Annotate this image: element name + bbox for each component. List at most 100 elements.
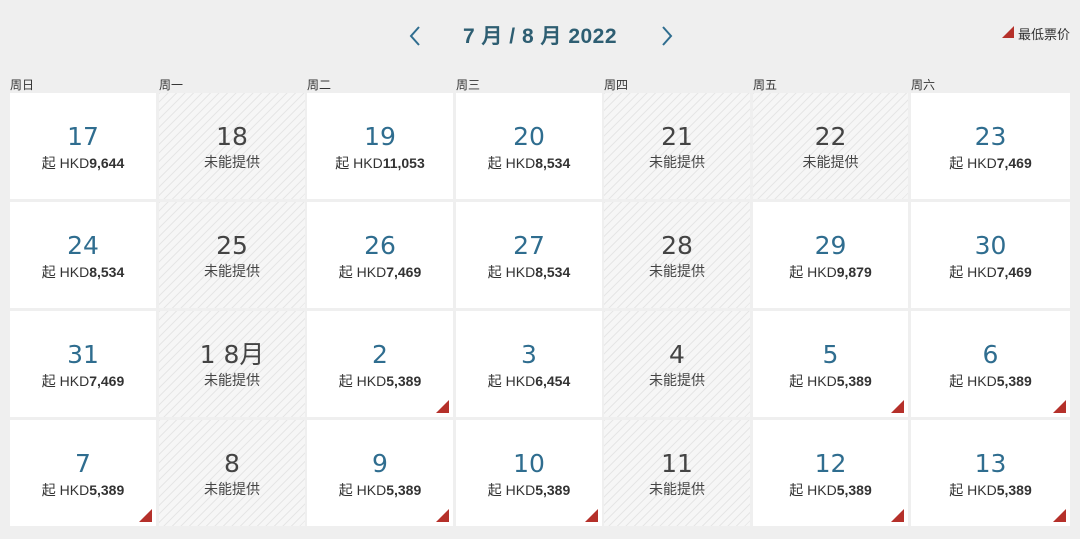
weekday-label: 周一 xyxy=(159,78,184,92)
chevron-right-icon xyxy=(662,26,673,46)
price-prefix: 起 HKD xyxy=(338,372,387,389)
price-prefix: 起 HKD xyxy=(949,263,997,280)
calendar-grid: 17 起 HKD9,644 18 未能提供 19 起 HKD11,053 20 起 HKD8,… xyxy=(10,93,1070,528)
calendar-day-cell[interactable]: 3 起 HKD6,454 xyxy=(456,311,602,417)
fare-price: 起 HKD5,389 xyxy=(42,482,125,498)
calendar-day-cell[interactable]: 7 起 HKD5,389 xyxy=(10,420,156,526)
lowest-fare-flag-icon xyxy=(891,509,904,522)
price-prefix: 起 HKD xyxy=(41,154,90,171)
calendar-day-cell[interactable]: 26 起 HKD7,469 xyxy=(307,202,453,308)
price-prefix: 起 HKD xyxy=(789,263,837,280)
price-prefix: 起 HKD xyxy=(338,481,387,498)
price-amount: 5,389 xyxy=(836,372,872,389)
price-prefix: 起 HKD xyxy=(949,154,997,171)
day-number: 27 xyxy=(513,230,545,260)
calendar-day-cell[interactable]: 23 起 HKD7,469 xyxy=(911,93,1070,199)
chevron-left-icon xyxy=(409,26,420,46)
day-number: 19 xyxy=(364,121,396,151)
calendar-day-cell-unavailable: 11 未能提供 xyxy=(604,420,750,526)
calendar-day-cell[interactable]: 5 起 HKD5,389 xyxy=(753,311,908,417)
day-number: 2 xyxy=(372,339,388,369)
calendar-day-cell-unavailable: 4 未能提供 xyxy=(604,311,750,417)
price-amount: 8,534 xyxy=(89,263,125,280)
price-amount: 5,389 xyxy=(386,372,422,389)
calendar-day-cell[interactable]: 2 起 HKD5,389 xyxy=(307,311,453,417)
day-number: 7 xyxy=(75,448,91,478)
price-prefix: 起 HKD xyxy=(41,263,90,280)
price-amount: 7,469 xyxy=(996,263,1032,280)
unavailable-label: 未能提供 xyxy=(204,372,260,389)
calendar-day-cell[interactable]: 10 起 HKD5,389 xyxy=(456,420,602,526)
fare-price: 起 HKD7,469 xyxy=(949,264,1032,280)
day-number: 8 xyxy=(224,448,240,478)
legend-label: 最低票价 xyxy=(1017,27,1070,43)
weekday-label: 周三 xyxy=(456,78,481,92)
calendar-day-cell-unavailable: 25 未能提供 xyxy=(159,202,305,308)
prev-month-button[interactable] xyxy=(403,22,427,50)
calendar-day-cell[interactable]: 24 起 HKD8,534 xyxy=(10,202,156,308)
price-amount: 6,454 xyxy=(535,372,571,389)
day-number: 26 xyxy=(364,230,396,260)
day-number: 5 xyxy=(822,339,839,369)
fare-price: 起 HKD8,534 xyxy=(42,264,125,280)
next-month-button[interactable] xyxy=(655,22,679,50)
price-amount: 9,879 xyxy=(836,263,872,280)
price-amount: 5,389 xyxy=(89,481,125,498)
calendar-day-cell-unavailable: 28 未能提供 xyxy=(604,202,750,308)
price-prefix: 起 HKD xyxy=(789,481,837,498)
price-amount: 5,389 xyxy=(535,481,571,498)
lowest-fare-flag-icon xyxy=(436,509,449,522)
calendar-day-cell[interactable]: 29 起 HKD9,879 xyxy=(753,202,908,308)
fare-price: 起 HKD5,389 xyxy=(949,482,1032,498)
price-amount: 5,389 xyxy=(386,481,422,498)
day-number: 29 xyxy=(814,230,847,260)
calendar-day-cell[interactable]: 12 起 HKD5,389 xyxy=(753,420,908,526)
day-number: 20 xyxy=(513,121,545,151)
day-number: 12 xyxy=(814,448,847,478)
price-amount: 5,389 xyxy=(996,481,1032,498)
price-amount: 7,469 xyxy=(386,263,422,280)
day-number: 6 xyxy=(982,339,999,369)
day-number: 11 xyxy=(661,448,693,478)
calendar-day-cell[interactable]: 6 起 HKD5,389 xyxy=(911,311,1070,417)
price-amount: 9,644 xyxy=(89,154,125,171)
weekday-label: 周五 xyxy=(753,78,778,92)
weekday-label: 周二 xyxy=(307,78,332,92)
lowest-fare-flag-icon xyxy=(891,400,904,413)
calendar-day-cell[interactable]: 19 起 HKD11,053 xyxy=(307,93,453,199)
price-amount: 11,053 xyxy=(382,154,425,171)
lowest-fare-flag-icon xyxy=(1001,26,1014,38)
day-number: 23 xyxy=(974,121,1007,151)
fare-price: 起 HKD9,644 xyxy=(42,155,125,171)
calendar-day-cell[interactable]: 27 起 HKD8,534 xyxy=(456,202,602,308)
calendar-day-cell[interactable]: 13 起 HKD5,389 xyxy=(911,420,1070,526)
day-number: 31 xyxy=(67,339,99,369)
day-number: 25 xyxy=(216,230,248,260)
calendar-day-cell-unavailable: 1 8月 未能提供 xyxy=(159,311,305,417)
price-amount: 5,389 xyxy=(996,372,1032,389)
fare-price: 起 HKD7,469 xyxy=(42,373,125,389)
calendar-day-cell-unavailable: 21 未能提供 xyxy=(604,93,750,199)
calendar-day-cell[interactable]: 31 起 HKD7,469 xyxy=(10,311,156,417)
lowest-fare-flag-icon xyxy=(139,509,152,522)
fare-price: 起 HKD8,534 xyxy=(488,264,571,280)
lowest-fare-legend: 最低票价 xyxy=(1001,24,1070,43)
day-number: 24 xyxy=(67,230,99,260)
price-prefix: 起 HKD xyxy=(487,481,536,498)
day-number: 9 xyxy=(372,448,388,478)
day-number: 30 xyxy=(974,230,1007,260)
price-prefix: 起 HKD xyxy=(949,481,997,498)
fare-price: 起 HKD5,389 xyxy=(339,482,422,498)
unavailable-label: 未能提供 xyxy=(649,154,705,171)
day-number: 18 xyxy=(216,121,248,151)
calendar-day-cell[interactable]: 9 起 HKD5,389 xyxy=(307,420,453,526)
price-prefix: 起 HKD xyxy=(41,481,90,498)
calendar-day-cell[interactable]: 17 起 HKD9,644 xyxy=(10,93,156,199)
calendar-day-cell[interactable]: 20 起 HKD8,534 xyxy=(456,93,602,199)
price-prefix: 起 HKD xyxy=(487,263,536,280)
weekday-label: 周六 xyxy=(911,78,936,92)
day-number: 21 xyxy=(661,121,693,151)
lowest-fare-flag-icon xyxy=(436,400,449,413)
price-prefix: 起 HKD xyxy=(41,372,90,389)
calendar-day-cell[interactable]: 30 起 HKD7,469 xyxy=(911,202,1070,308)
